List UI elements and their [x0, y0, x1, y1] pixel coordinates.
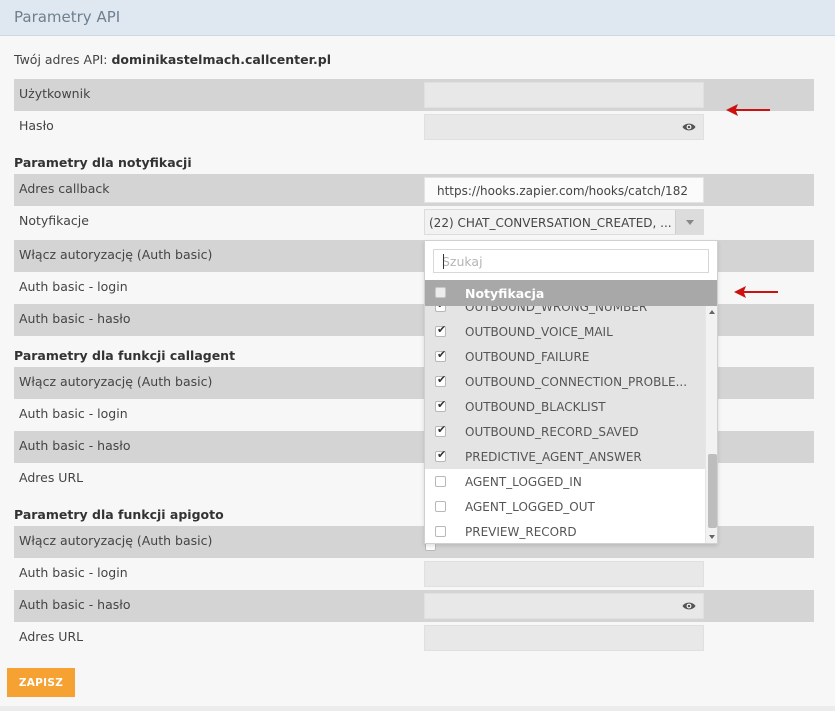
notif-label: Notyfikacje — [19, 213, 89, 228]
page-header: Parametry API — [0, 0, 835, 36]
option-checkbox[interactable]: ✔ — [435, 348, 447, 362]
option-checkbox[interactable]: ✔ — [435, 423, 447, 437]
red-arrow-icon — [734, 286, 778, 298]
apigoto-pass-input[interactable] — [424, 593, 704, 619]
option-checkbox[interactable]: ✔ — [435, 398, 447, 412]
dropdown-list: ✔ OUTBOUND_WRONG_NUMBER ✔ OUTBOUND_VOICE_MA… — [425, 306, 705, 543]
scroll-thumb[interactable] — [708, 454, 717, 528]
notif-login-label: Auth basic - login — [19, 279, 128, 294]
api-address-value: dominikastelmach.callcenter.pl — [111, 52, 331, 67]
option-label: OUTBOUND_WRONG_NUMBER — [465, 306, 648, 314]
check-icon: ✔ — [437, 448, 447, 461]
caret-down-icon — [686, 220, 694, 225]
page-title: Parametry API — [14, 8, 121, 26]
notif-select[interactable]: (22) CHAT_CONVERSATION_CREATED, ... — [424, 209, 704, 235]
dropdown-option[interactable]: ✔ OUTBOUND_WRONG_NUMBER — [425, 306, 705, 319]
apigoto-url-input[interactable] — [424, 625, 704, 651]
scroll-down-icon[interactable] — [709, 535, 715, 539]
apigoto-auth-label: Włącz autoryzację (Auth basic) — [19, 533, 213, 548]
dropdown-option[interactable]: ✔ OUTBOUND_VOICE_MAIL — [425, 319, 705, 344]
check-icon: ✔ — [437, 373, 447, 386]
option-label: OUTBOUND_VOICE_MAIL — [465, 325, 613, 339]
dropdown-search-input[interactable] — [442, 251, 702, 271]
notif-selected-value: (22) CHAT_CONVERSATION_CREATED, ... — [429, 216, 672, 230]
dropdown-option[interactable]: AGENT_LOGGED_OUT — [425, 494, 705, 519]
callback-input[interactable]: https://hooks.zapier.com/hooks/catch/182 — [424, 177, 704, 203]
dropdown-search[interactable] — [433, 249, 709, 273]
callback-value: https://hooks.zapier.com/hooks/catch/182 — [437, 184, 688, 198]
eye-icon[interactable] — [682, 601, 696, 611]
save-button[interactable]: ZAPISZ — [7, 668, 75, 697]
api-address-line: Twój adres API: dominikastelmach.callcen… — [14, 52, 331, 67]
text-cursor — [443, 254, 444, 269]
eye-icon[interactable] — [682, 122, 696, 132]
check-icon: ✔ — [437, 398, 447, 411]
option-label: AGENT_LOGGED_IN — [465, 475, 582, 489]
apigoto-pass-label: Auth basic - hasło — [19, 597, 131, 612]
section-notifications-title: Parametry dla notyfikacji — [14, 155, 192, 170]
callback-label: Adres callback — [19, 181, 110, 196]
callagent-url-label: Adres URL — [19, 470, 84, 485]
option-checkbox[interactable]: ✔ — [435, 373, 447, 387]
api-address-label: Twój adres API: — [14, 52, 112, 67]
option-label: PREDICTIVE_AGENT_ANSWER — [465, 450, 642, 464]
option-label: OUTBOUND_BLACKLIST — [465, 400, 606, 414]
red-arrow-icon — [726, 104, 770, 116]
callagent-login-label: Auth basic - login — [19, 406, 128, 421]
dropdown-option[interactable]: AGENT_LOGGED_IN — [425, 469, 705, 494]
dropdown-option[interactable]: ✔ OUTBOUND_CONNECTION_PROBLE... — [425, 369, 705, 394]
option-label: OUTBOUND_FAILURE — [465, 350, 590, 364]
option-label: OUTBOUND_RECORD_SAVED — [465, 425, 639, 439]
option-label: AGENT_LOGGED_OUT — [465, 500, 595, 514]
apigoto-url-label: Adres URL — [19, 629, 84, 644]
apigoto-login-label: Auth basic - login — [19, 565, 128, 580]
password-input[interactable] — [424, 114, 704, 140]
check-icon: ✔ — [437, 306, 446, 312]
callagent-pass-label: Auth basic - hasło — [19, 438, 131, 453]
user-label: Użytkownik — [19, 86, 91, 101]
option-label: PREVIEW_RECORD — [465, 525, 577, 539]
dropdown-header-label: Notyfikacja — [465, 286, 545, 301]
scroll-up-icon[interactable] — [709, 310, 715, 314]
notif-select-toggle[interactable] — [675, 210, 703, 234]
option-label: OUTBOUND_CONNECTION_PROBLE... — [465, 375, 688, 389]
option-checkbox[interactable]: ✔ — [435, 323, 447, 337]
dropdown-header[interactable]: Notyfikacja — [425, 280, 717, 306]
select-all-checkbox[interactable] — [435, 287, 446, 298]
bottom-strip — [0, 706, 835, 711]
callagent-auth-label: Włącz autoryzację (Auth basic) — [19, 374, 213, 389]
check-icon: ✔ — [437, 323, 447, 336]
notif-auth-label: Włącz autoryzację (Auth basic) — [19, 247, 213, 262]
dropdown-option[interactable]: ✔ OUTBOUND_FAILURE — [425, 344, 705, 369]
section-callagent-title: Parametry dla funkcji callagent — [14, 348, 236, 363]
check-icon: ✔ — [437, 348, 447, 361]
user-input[interactable] — [424, 82, 704, 108]
dropdown-option[interactable]: PREVIEW_RECORD — [425, 519, 705, 543]
option-checkbox[interactable] — [435, 501, 446, 512]
password-label: Hasło — [19, 118, 54, 133]
dropdown-option[interactable]: ✔ OUTBOUND_BLACKLIST — [425, 394, 705, 419]
option-checkbox[interactable]: ✔ — [435, 306, 446, 312]
notif-pass-label: Auth basic - hasło — [19, 311, 131, 326]
dropdown-option[interactable]: ✔ OUTBOUND_RECORD_SAVED — [425, 419, 705, 444]
section-apigoto-title: Parametry dla funkcji apigoto — [14, 507, 224, 522]
option-checkbox[interactable] — [435, 526, 446, 537]
check-icon: ✔ — [437, 423, 447, 436]
option-checkbox[interactable]: ✔ — [435, 448, 447, 462]
option-checkbox[interactable] — [435, 476, 446, 487]
notif-dropdown: Notyfikacja ✔ OUTBOUND_WRONG_NUMBER ✔ OUTBO… — [424, 240, 718, 544]
dropdown-scrollbar[interactable] — [705, 306, 717, 543]
apigoto-login-input[interactable] — [424, 561, 704, 587]
dropdown-option[interactable]: ✔ PREDICTIVE_AGENT_ANSWER — [425, 444, 705, 469]
